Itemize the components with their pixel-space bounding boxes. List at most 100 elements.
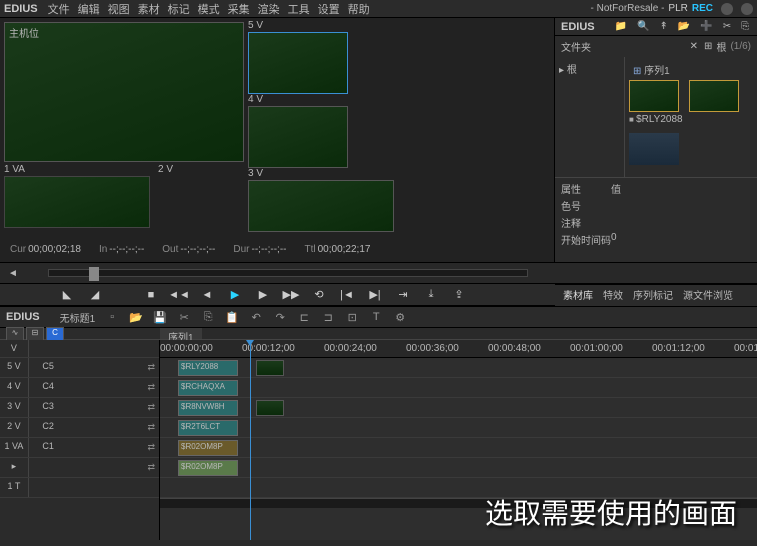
sequence-tab[interactable]: 序列1 <box>160 328 202 339</box>
menu-render[interactable]: 渲染 <box>258 1 280 17</box>
trk-4v[interactable]: 4 V <box>0 378 28 397</box>
minimize-button[interactable] <box>721 3 733 15</box>
seek-start-icon[interactable]: ◄ <box>8 268 18 279</box>
tl-copy-icon[interactable]: ⎘ <box>201 310 215 324</box>
tl-del-icon[interactable]: ⊐ <box>321 310 335 324</box>
lock-icon[interactable]: ⇄ <box>147 402 155 413</box>
close-button[interactable] <box>741 3 753 15</box>
menu-settings[interactable]: 设置 <box>318 1 340 17</box>
clip-2v[interactable]: $R2T6LCT <box>178 420 238 436</box>
menu-file[interactable]: 文件 <box>48 1 70 17</box>
play-button[interactable]: ▶ <box>228 288 242 302</box>
lock-icon[interactable]: ⇄ <box>147 362 155 373</box>
bin-tabs: 素材库 特效 序列标记 源文件浏览 <box>555 284 757 306</box>
export-icon[interactable]: ⇪ <box>452 288 466 302</box>
trk-c4[interactable]: C4 <box>28 378 68 397</box>
tl-paste-icon[interactable]: 📋 <box>225 310 239 324</box>
tl-undo-icon[interactable]: ↶ <box>249 310 263 324</box>
tab-markers[interactable]: 序列标记 <box>633 287 673 304</box>
tab-fx[interactable]: 特效 <box>603 287 623 304</box>
playhead[interactable] <box>250 340 251 540</box>
clip-5v[interactable]: $RLY2088 <box>178 360 238 376</box>
tl-title-icon[interactable]: T <box>369 310 383 324</box>
goto-in-icon[interactable]: |◄ <box>340 288 354 302</box>
tl-cut-icon[interactable]: ✂ <box>177 310 191 324</box>
trk-5v[interactable]: 5 V <box>0 358 28 377</box>
goto-out-icon[interactable]: ▶| <box>368 288 382 302</box>
open-icon[interactable]: 📂 <box>678 21 690 32</box>
tl-open-icon[interactable]: 📂 <box>129 310 143 324</box>
crumb-root[interactable]: 根 <box>716 39 726 54</box>
menu-help[interactable]: 帮助 <box>348 1 370 17</box>
tl-new-icon[interactable]: ▫ <box>105 310 119 324</box>
preview-cam-1[interactable] <box>4 176 150 228</box>
fforward-button[interactable]: ▶▶ <box>284 288 298 302</box>
trk-c5[interactable]: C5 <box>28 358 68 377</box>
menu-capture[interactable]: 采集 <box>228 1 250 17</box>
copy-icon[interactable]: ⎘ <box>741 21 749 32</box>
trk-c2[interactable]: C2 <box>28 418 68 437</box>
mode-c[interactable]: C <box>46 327 64 341</box>
seek-head[interactable] <box>89 267 99 281</box>
mode-a[interactable]: ∿ <box>6 327 24 341</box>
menu-view[interactable]: 视图 <box>108 1 130 17</box>
new-icon[interactable]: ➕ <box>700 21 712 32</box>
lock-icon[interactable]: ⇄ <box>147 422 155 433</box>
tl-render-icon[interactable]: ⚙ <box>393 310 407 324</box>
mark-out-icon[interactable]: ◢ <box>88 288 102 302</box>
bin-thumb-3[interactable] <box>689 80 739 112</box>
clip-audio[interactable]: $R02OM8P <box>178 460 238 476</box>
menu-mode[interactable]: 模式 <box>198 1 220 17</box>
clip-3v[interactable]: $R8NVW8H <box>178 400 238 416</box>
next-frame-button[interactable]: ▶ <box>256 288 270 302</box>
trk-c1[interactable]: C1 <box>28 438 68 457</box>
stop-button[interactable]: ■ <box>144 288 158 302</box>
seq-item[interactable]: ⊞ 序列1 <box>629 61 753 78</box>
menu-marker[interactable]: 标记 <box>168 1 190 17</box>
tl-group-icon[interactable]: ⊡ <box>345 310 359 324</box>
lock-icon[interactable]: ⇄ <box>147 382 155 393</box>
rewind-button[interactable]: ◄◄ <box>172 288 186 302</box>
trk-1va[interactable]: 1 VA <box>0 438 28 457</box>
bin-tree[interactable]: ▸ 根 <box>555 57 625 177</box>
lock-icon[interactable]: ⇄ <box>147 462 155 473</box>
preview-cam-3[interactable] <box>248 180 394 232</box>
preview-main[interactable]: 主机位 <box>4 22 244 162</box>
loop-button[interactable]: ⟲ <box>312 288 326 302</box>
tree-root[interactable]: 根 <box>567 65 577 76</box>
trk-1t[interactable]: 1 T <box>0 478 28 497</box>
seek-track[interactable] <box>48 269 528 277</box>
tl-save-icon[interactable]: 💾 <box>153 310 167 324</box>
trk-c3[interactable]: C3 <box>28 398 68 417</box>
trk-3v[interactable]: 3 V <box>0 398 28 417</box>
search-icon[interactable]: 🔍 <box>637 21 649 32</box>
prev-frame-button[interactable]: ◄ <box>200 288 214 302</box>
preview-cam-4[interactable] <box>248 106 348 168</box>
mark-in-icon[interactable]: ◣ <box>60 288 74 302</box>
bin-thumb-2[interactable] <box>629 133 679 165</box>
lock-icon[interactable]: ⇄ <box>147 442 155 453</box>
mode-b[interactable]: ⊟ <box>26 327 44 341</box>
preview-cam-5[interactable] <box>248 32 348 94</box>
trk-audio[interactable]: ▸ <box>0 458 28 477</box>
tl-brand: EDIUS <box>6 311 40 323</box>
tab-browse[interactable]: 源文件浏览 <box>683 287 733 304</box>
clip-3v-th[interactable] <box>256 400 284 416</box>
bin-thumb-1[interactable] <box>629 80 679 112</box>
folder-icon[interactable]: 📁 <box>615 21 627 32</box>
tl-redo-icon[interactable]: ↷ <box>273 310 287 324</box>
tl-split-icon[interactable]: ⊏ <box>297 310 311 324</box>
tab-bin[interactable]: 素材库 <box>563 287 593 304</box>
menu-edit[interactable]: 编辑 <box>78 1 100 17</box>
overwrite-icon[interactable]: ⤓ <box>424 288 438 302</box>
menu-clip[interactable]: 素材 <box>138 1 160 17</box>
trk-2v[interactable]: 2 V <box>0 418 28 437</box>
up-icon[interactable]: ↟ <box>660 21 668 32</box>
insert-icon[interactable]: ⇥ <box>396 288 410 302</box>
clip-5v-th[interactable] <box>256 360 284 376</box>
clip-4v[interactable]: $RCHAQXA <box>178 380 238 396</box>
menu-tools[interactable]: 工具 <box>288 1 310 17</box>
folder-close-icon[interactable]: ✕ <box>690 41 698 52</box>
cut-icon[interactable]: ✂ <box>723 21 731 32</box>
clip-1va[interactable]: $R02OM8P <box>178 440 238 456</box>
